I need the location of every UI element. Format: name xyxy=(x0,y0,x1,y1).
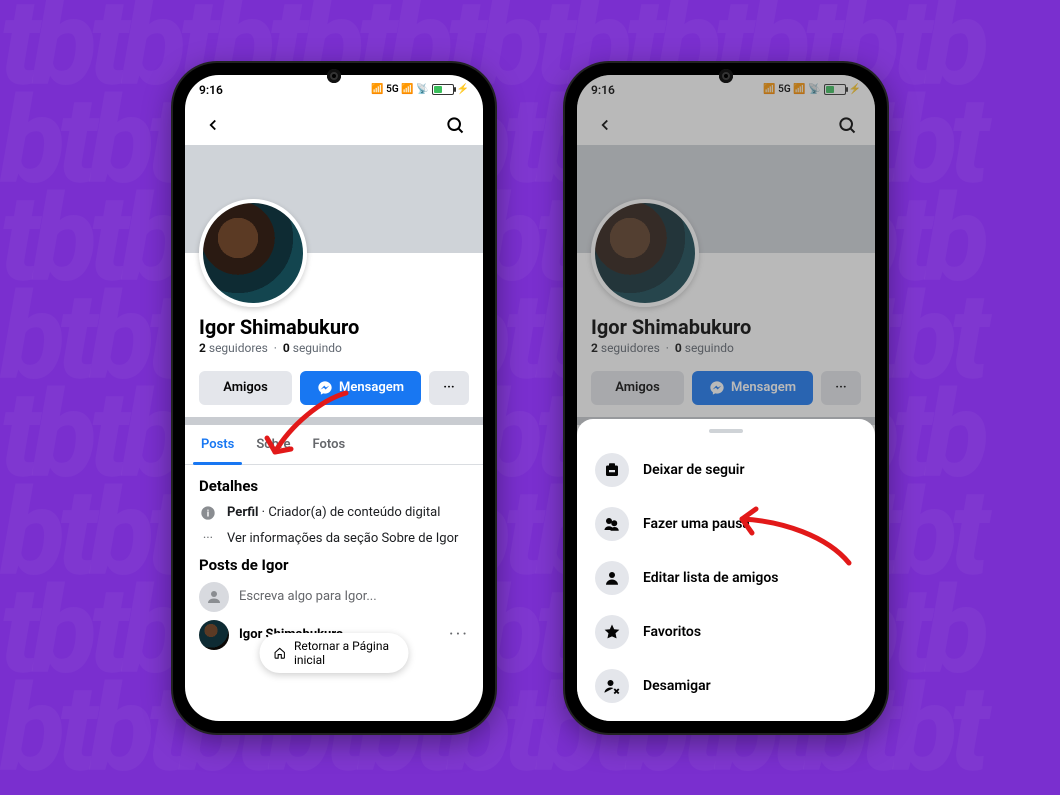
home-icon xyxy=(274,645,286,661)
charging-icon: ⚡ xyxy=(457,84,469,95)
tab-posts[interactable]: Posts xyxy=(199,425,236,464)
toast-label: Retornar a Página inicial xyxy=(294,639,395,667)
status-network: 📶 5G 📶 📡 xyxy=(371,84,428,95)
edit-list-icon xyxy=(595,561,629,595)
status-time: 9:16 xyxy=(199,83,223,97)
post-avatar xyxy=(199,620,229,650)
cover-photo[interactable] xyxy=(185,145,483,253)
more-button[interactable]: ··· xyxy=(429,371,469,405)
chevron-left-icon xyxy=(204,116,222,134)
sheet-unfollow[interactable]: Deixar de seguir xyxy=(577,443,875,497)
user-silhouette-icon xyxy=(199,582,229,612)
post-more-icon[interactable]: ··· xyxy=(449,624,469,645)
details-heading: Detalhes xyxy=(199,477,469,495)
sheet-unfriend-label: Desamigar xyxy=(643,678,711,694)
sheet-unfriend[interactable]: Desamigar xyxy=(577,659,875,713)
sheet-unfollow-label: Deixar de seguir xyxy=(643,462,745,478)
detail-profile-type: i Perfil · Criador(a) de conteúdo digita… xyxy=(199,505,469,521)
camera-cutout xyxy=(719,69,733,83)
phone-right: 9:16 📶 5G 📶 📡 ⚡ Igor Shimabukuro 2 segui… xyxy=(565,63,887,733)
search-icon xyxy=(445,115,465,135)
phone-left: 9:16 📶 5G 📶 📡 ⚡ Igor Shimabukuro 2 segu xyxy=(173,63,495,733)
unfollow-icon xyxy=(595,453,629,487)
sheet-favorites-label: Favoritos xyxy=(643,624,701,640)
sheet-favorites[interactable]: Favoritos xyxy=(577,605,875,659)
composer-placeholder: Escreva algo para Igor... xyxy=(239,589,377,604)
battery-icon xyxy=(432,84,454,95)
back-button[interactable] xyxy=(197,109,229,141)
profile-name: Igor Shimabukuro xyxy=(199,315,469,339)
annotation-arrow-right xyxy=(727,501,857,581)
svg-text:i: i xyxy=(207,508,209,519)
posts-heading: Posts de Igor xyxy=(199,556,469,574)
app-bar xyxy=(185,105,483,145)
annotation-arrow-left xyxy=(261,385,351,475)
search-button[interactable] xyxy=(439,109,471,141)
info-icon: i xyxy=(199,505,217,521)
star-icon xyxy=(595,615,629,649)
return-home-toast[interactable]: Retornar a Página inicial xyxy=(260,633,409,673)
avatar[interactable] xyxy=(199,199,307,307)
detail-see-about[interactable]: ··· Ver informações da seção Sobre de Ig… xyxy=(199,531,469,546)
snooze-icon xyxy=(595,507,629,541)
sheet-grabber[interactable] xyxy=(709,429,743,433)
unfriend-icon xyxy=(595,669,629,703)
camera-cutout xyxy=(327,69,341,83)
profile-stats: 2 seguidores · 0 seguindo xyxy=(199,341,469,355)
composer[interactable]: Escreva algo para Igor... xyxy=(199,582,469,612)
dots-icon: ··· xyxy=(199,531,217,546)
more-button-label: ··· xyxy=(443,380,454,395)
